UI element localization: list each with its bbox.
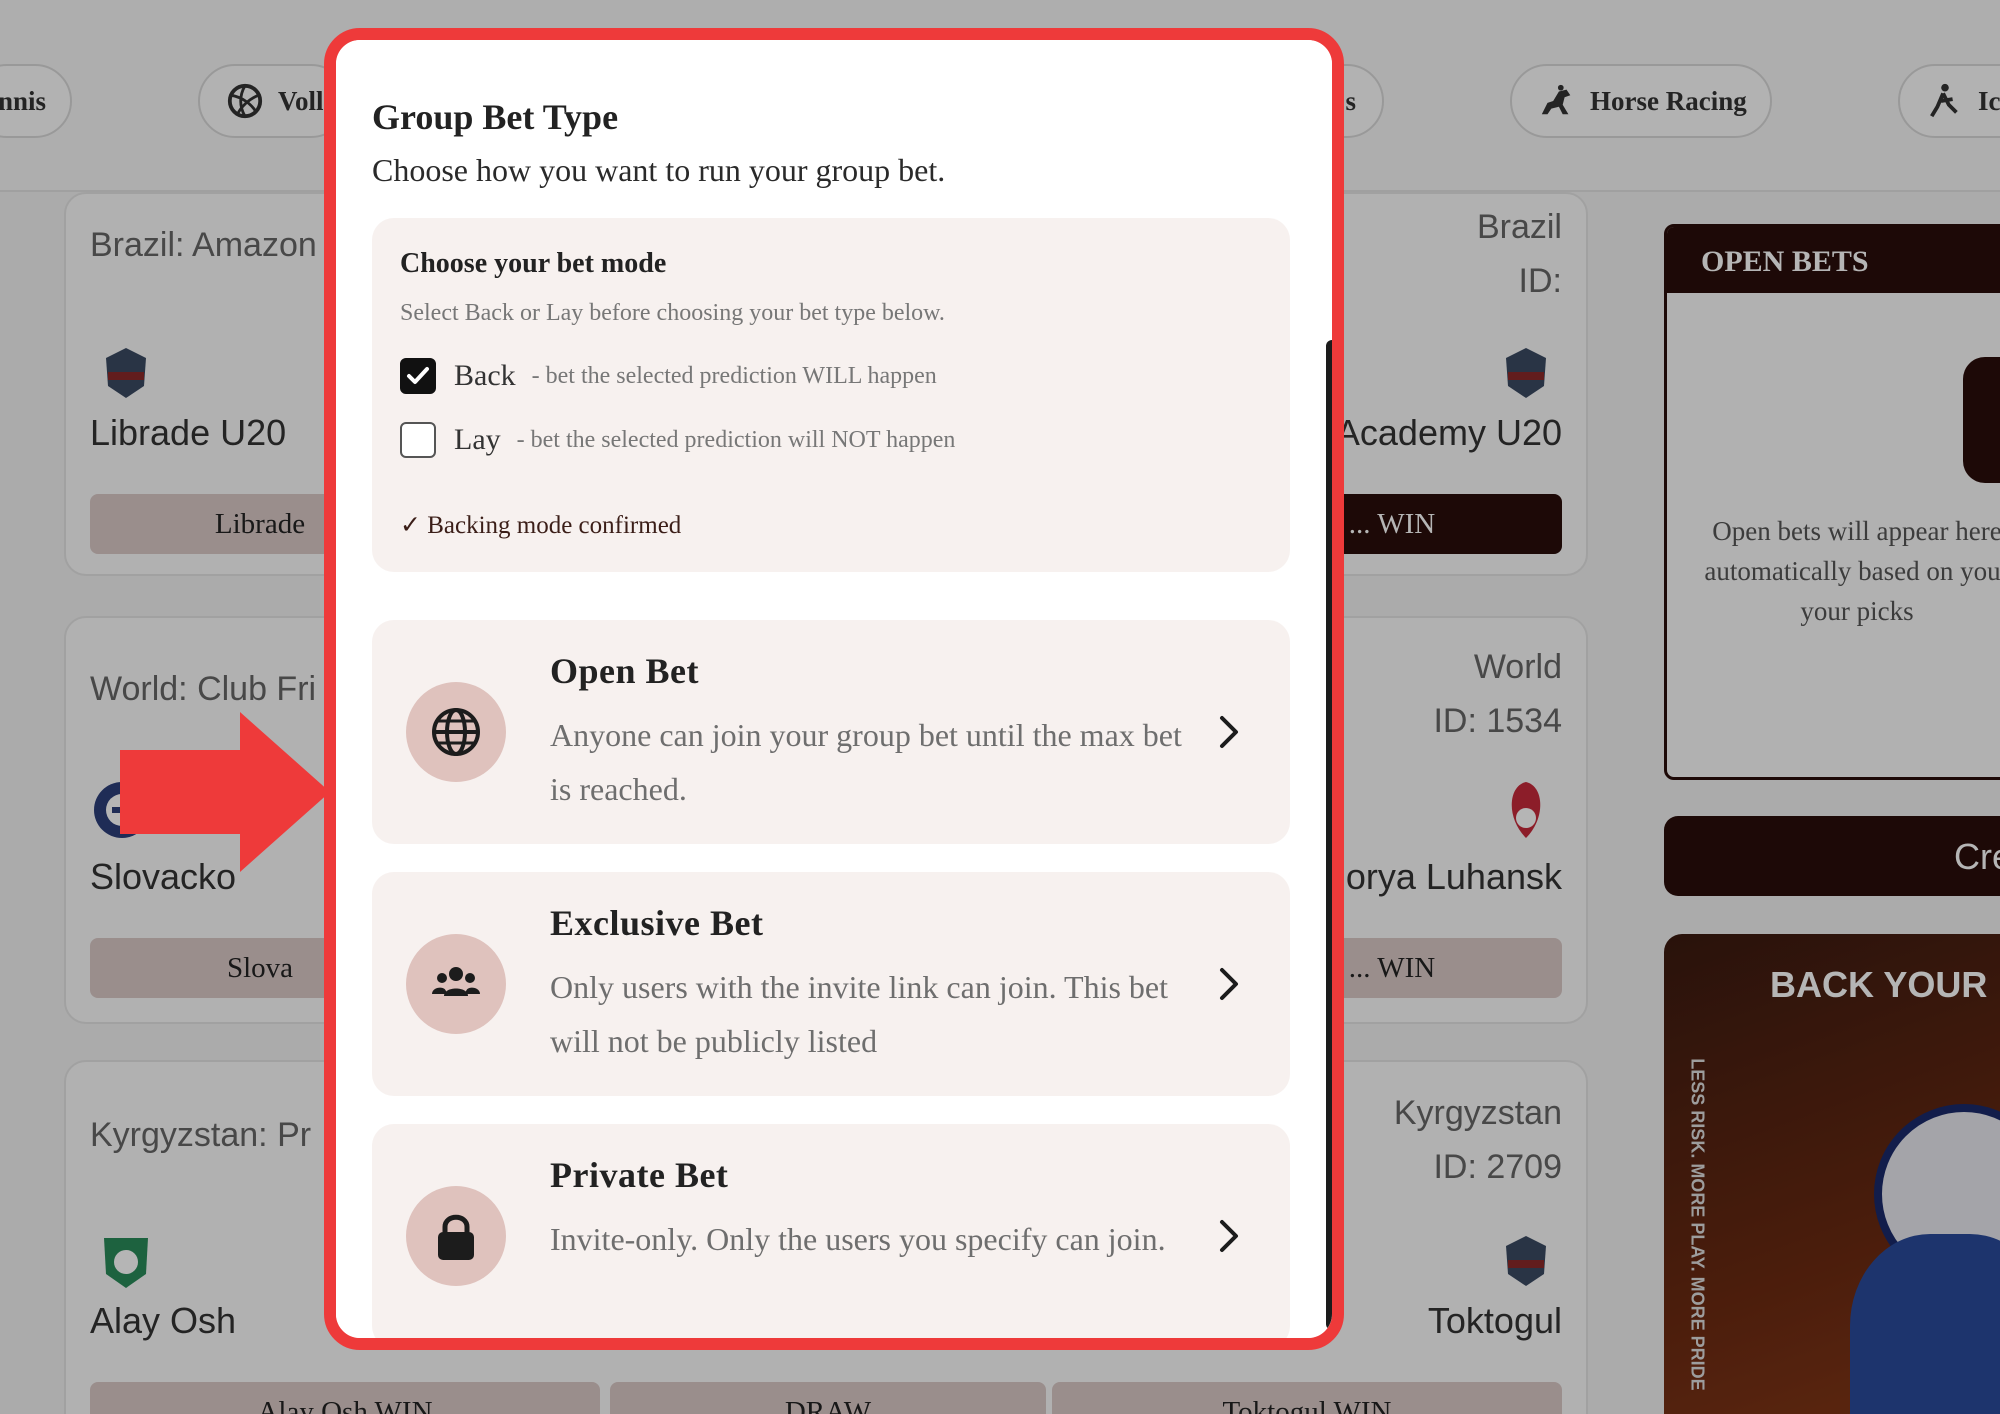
modal-scrollbar[interactable] bbox=[1326, 340, 1332, 1330]
users-icon bbox=[432, 967, 480, 996]
icon-circle bbox=[406, 934, 506, 1034]
group-bet-type-modal: Group Bet Type Choose how you want to ru… bbox=[336, 40, 1332, 1338]
private-bet-option[interactable]: Private Bet Invite-only. Only the users … bbox=[372, 1124, 1290, 1338]
private-bet-title: Private Bet bbox=[550, 1155, 729, 1195]
mode-confirmation: ✓ Backing mode confirmed bbox=[400, 512, 682, 539]
checkmark-icon bbox=[407, 367, 429, 384]
back-label: Back bbox=[454, 359, 516, 392]
arrow-right-icon bbox=[120, 712, 330, 872]
open-bet-description: Anyone can join your group bet until the… bbox=[550, 717, 1182, 807]
lock-icon bbox=[438, 1214, 474, 1260]
back-description: - bet the selected prediction WILL happe… bbox=[531, 362, 937, 389]
bet-mode-section: Choose your bet mode Select Back or Lay … bbox=[372, 218, 1290, 572]
icon-circle bbox=[406, 682, 506, 782]
private-bet-description: Invite-only. Only the users you specify … bbox=[550, 1221, 1166, 1257]
back-option[interactable]: Back - bet the selected prediction WILL … bbox=[400, 358, 937, 394]
modal-subtitle: Choose how you want to run your group be… bbox=[372, 152, 946, 188]
highlight-frame: Group Bet Type Choose how you want to ru… bbox=[324, 28, 1344, 1350]
chevron-right-icon bbox=[1220, 1220, 1238, 1252]
bet-mode-title: Choose your bet mode bbox=[400, 248, 667, 279]
lay-checkbox[interactable] bbox=[400, 422, 436, 458]
icon-circle bbox=[406, 1186, 506, 1286]
lay-label: Lay bbox=[454, 423, 501, 456]
open-bet-title: Open Bet bbox=[550, 651, 700, 691]
exclusive-bet-description: Only users with the invite link can join… bbox=[550, 969, 1168, 1059]
bet-mode-subtitle: Select Back or Lay before choosing your … bbox=[400, 300, 945, 326]
open-bet-option[interactable]: Open Bet Anyone can join your group bet … bbox=[372, 620, 1290, 844]
exclusive-bet-option[interactable]: Exclusive Bet Only users with the invite… bbox=[372, 872, 1290, 1096]
lay-description: - bet the selected prediction will NOT h… bbox=[516, 426, 956, 453]
chevron-right-icon bbox=[1220, 968, 1238, 1000]
back-checkbox[interactable] bbox=[400, 358, 436, 394]
globe-icon bbox=[432, 708, 480, 756]
lay-option[interactable]: Lay - bet the selected prediction will N… bbox=[400, 422, 955, 458]
chevron-right-icon bbox=[1220, 716, 1238, 748]
exclusive-bet-title: Exclusive Bet bbox=[550, 903, 764, 943]
modal-title: Group Bet Type bbox=[372, 97, 619, 137]
